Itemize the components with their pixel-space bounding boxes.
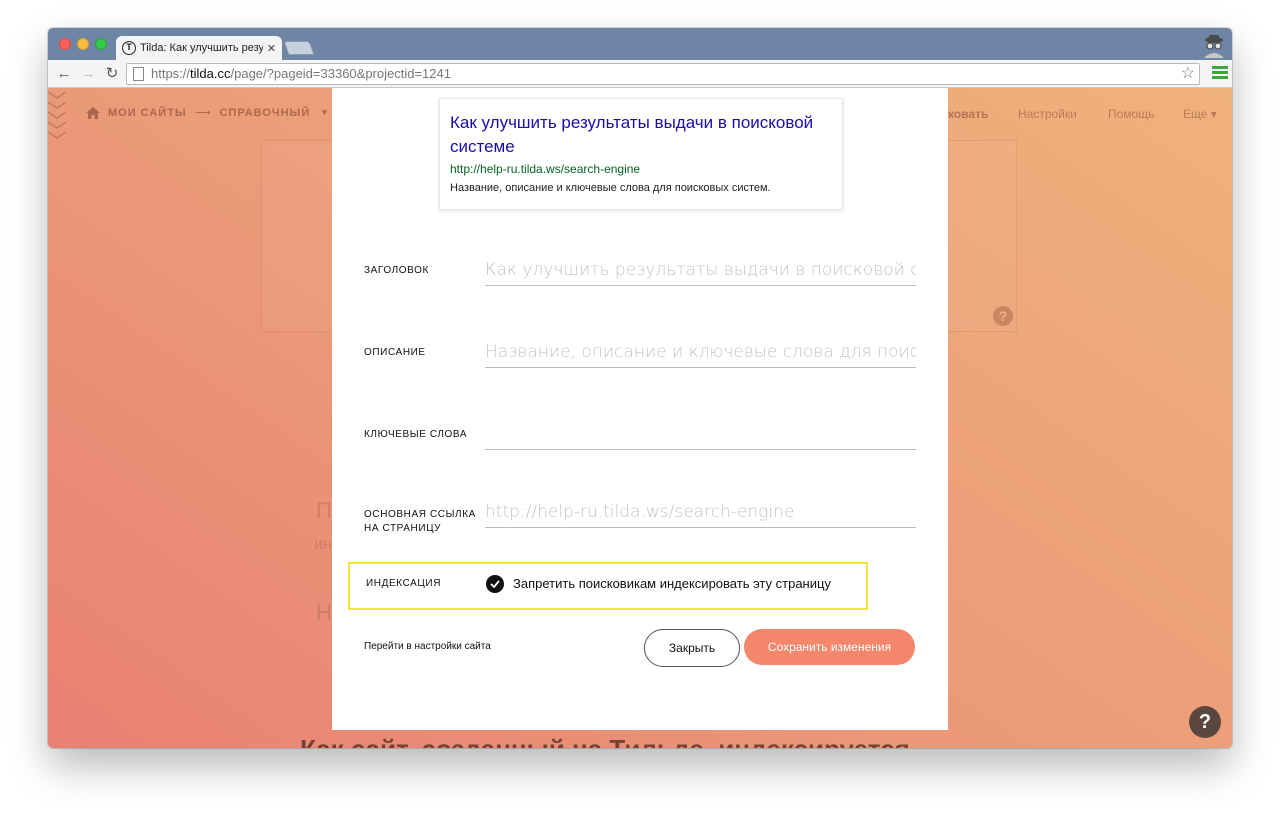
new-tab-button[interactable] xyxy=(283,41,315,55)
incognito-icon xyxy=(1204,35,1224,58)
page-icon xyxy=(133,67,144,81)
tab-title: Tilda: Как улучшить резул xyxy=(140,42,263,54)
noindex-checkbox-label[interactable]: Запретить поисковикам индексировать эту … xyxy=(513,576,831,591)
background-text-fragment: ин xyxy=(314,536,332,553)
zigzag-decoration-icon xyxy=(48,91,66,139)
close-window-button[interactable] xyxy=(59,38,71,50)
help-button[interactable]: ? xyxy=(1189,706,1221,738)
nav-arrow-icon: ⟶ xyxy=(194,107,212,119)
keywords-input[interactable] xyxy=(485,418,916,450)
browser-tab-active[interactable]: T Tilda: Как улучшить резул ✕ xyxy=(116,36,282,60)
nav-publish-link[interactable]: ковать xyxy=(948,107,988,121)
description-field-row: ОПИСАНИЕ xyxy=(364,336,916,376)
url-path: /page/?pageid=33360&projectid=1241 xyxy=(230,66,451,81)
indexing-highlight-box: ИНДЕКСАЦИЯ Запретить поисковикам индекси… xyxy=(348,562,868,610)
preview-description: Название, описание и ключевые слова для … xyxy=(450,182,771,194)
browser-window: T Tilda: Как улучшить резул ✕ ← → ↻ http… xyxy=(48,28,1232,748)
url-scheme: https:// xyxy=(151,66,191,81)
preview-title: Как улучшить результаты выдачи в поисков… xyxy=(450,113,814,156)
page-heading: Как сайт, созданный на Тильде, индексиру… xyxy=(300,734,910,748)
background-text-fragment: Н xyxy=(316,600,332,625)
background-text-fragment: П xyxy=(316,498,332,523)
tab-close-icon[interactable]: ✕ xyxy=(267,42,276,55)
canonical-label-line-2: НА СТРАНИЦУ xyxy=(364,523,442,534)
canonical-field-label: ОСНОВНАЯ ССЫЛКА НА СТРАНИЦУ xyxy=(364,508,476,536)
chevron-down-icon[interactable]: ▾ xyxy=(322,107,328,118)
back-button[interactable]: ← xyxy=(54,64,74,84)
address-bar[interactable]: https://tilda.cc/page/?pageid=33360&proj… xyxy=(126,63,1200,85)
description-field-label: ОПИСАНИЕ xyxy=(364,347,426,358)
nav-help-link[interactable]: Помощь xyxy=(1108,107,1154,121)
title-field-row: ЗАГОЛОВОК xyxy=(364,254,916,294)
reload-button[interactable]: ↻ xyxy=(102,64,122,84)
preview-url: http://help-ru.tilda.ws/search-engine xyxy=(450,162,641,176)
bookmark-star-icon[interactable]: ☆ xyxy=(1181,64,1195,84)
checkbox-checked-icon[interactable] xyxy=(486,575,504,593)
save-changes-button[interactable]: Сохранить изменения xyxy=(744,629,915,665)
tab-bar: T Tilda: Как улучшить резул ✕ xyxy=(48,28,1232,60)
forward-button[interactable]: → xyxy=(78,64,98,84)
canonical-label-line-1: ОСНОВНАЯ ССЫЛКА xyxy=(364,509,476,520)
keywords-field-label: КЛЮЧЕВЫЕ СЛОВА xyxy=(364,429,468,440)
tilda-favicon-icon: T xyxy=(122,41,136,55)
site-settings-link[interactable]: Перейти в настройки сайта xyxy=(364,641,491,652)
search-result-preview: Как улучшить результаты выдачи в поисков… xyxy=(439,98,843,210)
indexing-label: ИНДЕКСАЦИЯ xyxy=(366,578,442,589)
browser-menu-icon[interactable] xyxy=(1212,66,1228,80)
nav-more-menu[interactable]: Еще ▾ xyxy=(1183,107,1217,121)
canonical-field-row: ОСНОВНАЯ ССЫЛКА НА СТРАНИЦУ xyxy=(364,496,916,544)
close-button[interactable]: Закрыть xyxy=(644,629,740,667)
seo-settings-modal: Как улучшить результаты выдачи в поисков… xyxy=(332,88,948,730)
page-viewport: МОИ САЙТЫ ⟶ СПРАВОЧНЫЙ ▾ ковать Настройк… xyxy=(48,88,1232,748)
nav-my-sites-link[interactable]: МОИ САЙТЫ xyxy=(108,107,187,119)
zoom-window-button[interactable] xyxy=(95,38,107,50)
title-field-label: ЗАГОЛОВОК xyxy=(364,265,429,276)
browser-toolbar: ← → ↻ https://tilda.cc/page/?pageid=3336… xyxy=(48,60,1232,88)
keywords-field-row: КЛЮЧЕВЫЕ СЛОВА xyxy=(364,418,916,458)
background-help-icon: ? xyxy=(993,306,1013,326)
home-icon[interactable] xyxy=(86,106,100,119)
site-breadcrumb: МОИ САЙТЫ ⟶ СПРАВОЧНЫЙ ▾ xyxy=(86,106,328,119)
nav-current-project-link[interactable]: СПРАВОЧНЫЙ xyxy=(219,107,310,119)
minimize-window-button[interactable] xyxy=(77,38,89,50)
url-host: tilda.cc xyxy=(190,66,231,81)
description-input[interactable] xyxy=(485,336,916,368)
title-input[interactable] xyxy=(485,254,916,286)
canonical-url-input[interactable] xyxy=(485,496,916,528)
nav-settings-link[interactable]: Настройки xyxy=(1018,107,1077,121)
